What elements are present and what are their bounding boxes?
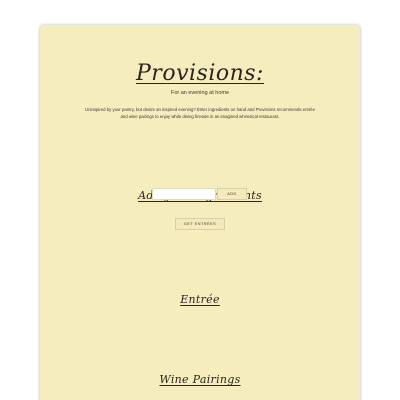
entree-heading: Entrée xyxy=(40,293,360,306)
description-line: Uninspired by your pantry, but desire an… xyxy=(85,107,315,112)
entree-heading-text: Entrée xyxy=(180,293,220,306)
wine-pairings-heading: Wine Pairings xyxy=(40,373,360,386)
ingredient-input[interactable] xyxy=(152,188,216,200)
tagline: For an evening at home xyxy=(170,90,230,96)
get-entrees-button[interactable]: GET ENTRÉES xyxy=(175,218,225,230)
page-title-text: Provisions: xyxy=(136,61,264,86)
wine-pairings-heading-text: Wine Pairings xyxy=(159,373,241,386)
description-line: and wine pairings to enjoy while dining … xyxy=(120,113,280,119)
description: Uninspired by your pantry, but desire an… xyxy=(40,107,360,120)
add-button[interactable]: ADD xyxy=(217,188,247,200)
main-card: Provisions: For an evening at home Unins… xyxy=(40,25,360,400)
page-title: Provisions: xyxy=(40,61,360,86)
